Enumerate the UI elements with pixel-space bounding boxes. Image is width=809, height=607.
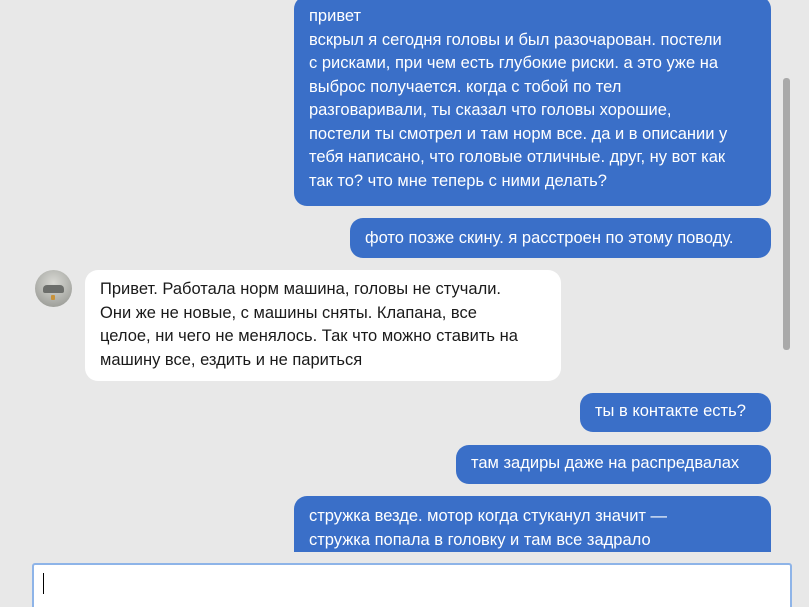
message-list[interactable]: привет вскрыл я сегодня головы и был раз… (0, 0, 809, 552)
message-outgoing: фото позже скину. я расстроен по этому п… (350, 218, 771, 258)
message-outgoing: стружка везде. мотор когда стуканул знач… (294, 496, 771, 552)
messenger-window: привет вскрыл я сегодня головы и был раз… (0, 0, 809, 607)
caret-line (43, 573, 44, 594)
avatar[interactable] (35, 270, 72, 307)
message-outgoing: там задиры даже на распредвалах (456, 445, 771, 484)
text-caret (34, 565, 54, 595)
avatar-figure-shape (51, 295, 55, 300)
message-incoming: Привет. Работала норм машина, головы не … (85, 270, 561, 381)
message-outgoing: привет вскрыл я сегодня головы и был раз… (294, 0, 771, 206)
avatar-car-shape (43, 285, 64, 293)
chat-scrollbar[interactable] (783, 78, 790, 350)
message-input[interactable] (32, 563, 792, 607)
message-outgoing: ты в контакте есть? (580, 393, 771, 432)
